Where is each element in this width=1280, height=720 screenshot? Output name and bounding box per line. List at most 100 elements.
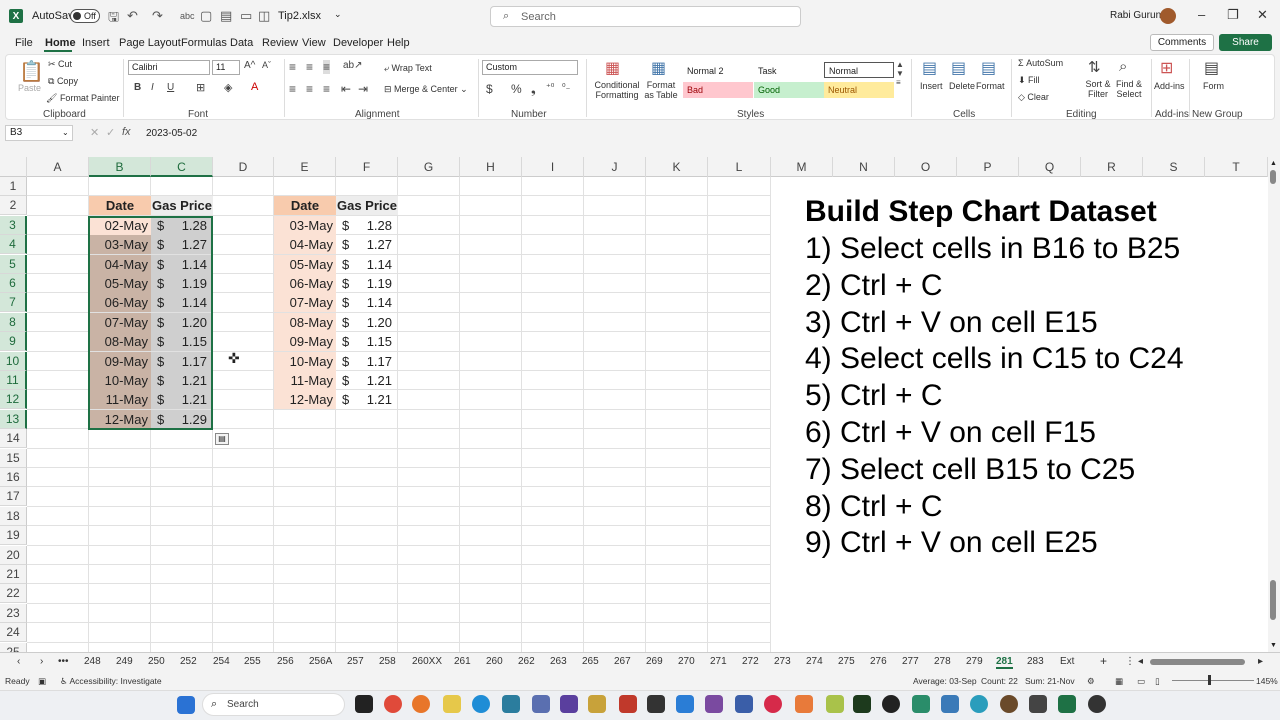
file-explorer-icon[interactable] [443, 695, 461, 713]
price-cell[interactable]: $1.27 [336, 235, 398, 254]
find-select-icon[interactable]: ⌕ [1119, 58, 1127, 75]
tab-data[interactable]: Data [230, 37, 253, 49]
sheet-tab-278[interactable]: 278 [934, 656, 951, 667]
styles-scroll-icon[interactable]: ▲ ▼ ≡ [896, 60, 904, 87]
maximize-icon[interactable]: ❐ [1227, 7, 1239, 23]
column-header-m[interactable]: M [771, 157, 833, 177]
save-icon[interactable]: 🖫 [108, 8, 119, 30]
more-sheets-icon[interactable]: ••• [58, 656, 69, 667]
row-header-14[interactable]: 14 [0, 429, 27, 449]
firefox-icon[interactable] [412, 695, 430, 713]
sheet-tab-256a[interactable]: 256A [309, 656, 332, 667]
borders-icon[interactable]: ⊞ [196, 81, 205, 94]
date-cell[interactable]: 04-May [274, 235, 336, 255]
align-left-icon[interactable]: ≡ [289, 82, 296, 96]
clear-button[interactable]: ◇ Clear [1018, 92, 1049, 103]
orientation-icon[interactable]: ab↗ [343, 60, 363, 71]
currency-icon[interactable]: $ [486, 82, 493, 96]
app-icon[interactable] [941, 695, 959, 713]
sheet-tab-267[interactable]: 267 [614, 656, 631, 667]
task-view-icon[interactable] [355, 695, 373, 713]
tab-page-layout[interactable]: Page Layout [119, 37, 181, 49]
align-top-icon[interactable]: ≡ [289, 60, 296, 74]
paste-icon[interactable]: 📋 [19, 59, 44, 84]
row-header-6[interactable]: 6 [0, 274, 27, 293]
price-cell[interactable]: $1.28 [336, 216, 398, 235]
style-good[interactable]: Good [754, 82, 824, 98]
column-header-k[interactable]: K [646, 157, 708, 177]
form-button[interactable]: Form [1203, 81, 1224, 91]
row-header-9[interactable]: 9 [0, 332, 27, 352]
app-icon[interactable] [647, 695, 665, 713]
spelling-icon[interactable]: abc [180, 11, 195, 21]
format-as-table-button[interactable]: Format as Table [641, 80, 681, 100]
enter-icon[interactable]: ✓ [106, 126, 115, 139]
row-header-7[interactable]: 7 [0, 293, 27, 313]
status-average[interactable]: Average: 03-Sep [913, 676, 977, 686]
tab-view[interactable]: View [302, 37, 326, 49]
excel-taskbar-icon[interactable] [1058, 695, 1076, 713]
select-all-corner[interactable] [0, 157, 27, 177]
price-cell[interactable]: $1.15 [336, 332, 398, 351]
display-settings-icon[interactable]: ⚙ [1087, 676, 1095, 687]
app-icon[interactable] [532, 695, 550, 713]
price-cell[interactable]: $1.17 [336, 352, 398, 371]
snipping-tool-icon[interactable] [560, 695, 578, 713]
date-cell[interactable]: 12-May [274, 390, 336, 410]
align-bottom-icon[interactable]: ≡ [323, 60, 331, 74]
row-header-15[interactable]: 15 [0, 448, 27, 468]
chrome-icon[interactable] [384, 695, 402, 713]
sheet-tab-281[interactable]: 281 [996, 656, 1013, 669]
sheet-tab-261[interactable]: 261 [454, 656, 471, 667]
column-header-o[interactable]: O [895, 157, 957, 177]
vertical-scrollbar[interactable] [1268, 157, 1280, 652]
date-cell[interactable]: 11-May [274, 371, 336, 390]
sheet-tab-252[interactable]: 252 [180, 656, 197, 667]
add-sheet-icon[interactable]: + [1100, 654, 1107, 668]
sheet-tab-258[interactable]: 258 [379, 656, 396, 667]
insert-cells-button[interactable]: Insert [920, 81, 943, 91]
column-header-s[interactable]: S [1143, 157, 1205, 177]
app-icon[interactable] [826, 695, 844, 713]
sheet-tab-262[interactable]: 262 [518, 656, 535, 667]
avatar[interactable] [1160, 8, 1176, 24]
format-as-table-icon[interactable]: ▦ [651, 58, 666, 78]
autosum-button[interactable]: Σ AutoSum [1018, 58, 1063, 68]
row-header-5[interactable]: 5 [0, 254, 27, 274]
app-icon[interactable] [795, 695, 813, 713]
tab-file[interactable]: File [15, 37, 33, 49]
macro-icon[interactable]: ▣ [38, 676, 46, 687]
date-cell[interactable]: 08-May [274, 312, 336, 332]
page-layout-view-icon[interactable]: ▭ [1137, 676, 1145, 687]
add-ins-icon[interactable]: ⊞ [1160, 58, 1173, 78]
underline-icon[interactable]: U [167, 82, 174, 93]
row-header-1[interactable]: 1 [0, 177, 27, 196]
sheet-tab-250[interactable]: 250 [148, 656, 165, 667]
font-size-select[interactable]: 11 [212, 60, 240, 75]
zoom-slider-handle[interactable] [1208, 675, 1211, 685]
copy-button[interactable]: ⧉ Copy [48, 76, 78, 87]
insert-cells-icon[interactable]: ▤ [922, 58, 937, 78]
sheet-tab-260[interactable]: 260 [486, 656, 503, 667]
format-cells-icon[interactable]: ▤ [981, 58, 996, 78]
table-header-date[interactable]: Date [274, 196, 336, 216]
column-header-l[interactable]: L [708, 157, 771, 177]
chevron-down-icon[interactable]: ⌄ [334, 9, 342, 20]
font-name-select[interactable]: Calibri [128, 60, 210, 75]
sheet-tab-269[interactable]: 269 [646, 656, 663, 667]
app-icon[interactable] [1029, 695, 1047, 713]
row-header-22[interactable]: 22 [0, 584, 27, 604]
sheet-tab-263[interactable]: 263 [550, 656, 567, 667]
comments-button[interactable]: Comments [1150, 34, 1214, 51]
row-header-12[interactable]: 12 [0, 390, 27, 410]
nvidia-icon[interactable] [853, 695, 871, 713]
arduino-icon[interactable] [970, 695, 988, 713]
row-header-21[interactable]: 21 [0, 565, 27, 584]
tab-developer[interactable]: Developer [333, 37, 383, 49]
column-header-q[interactable]: Q [1019, 157, 1081, 177]
sheet-tab-248[interactable]: 248 [84, 656, 101, 667]
increase-indent-icon[interactable]: ⇥ [358, 82, 368, 96]
chevron-down-icon[interactable]: ⌄ [62, 128, 69, 137]
format-cells-button[interactable]: Format [976, 81, 1005, 91]
search-input[interactable]: ⌕ Search [490, 6, 801, 27]
